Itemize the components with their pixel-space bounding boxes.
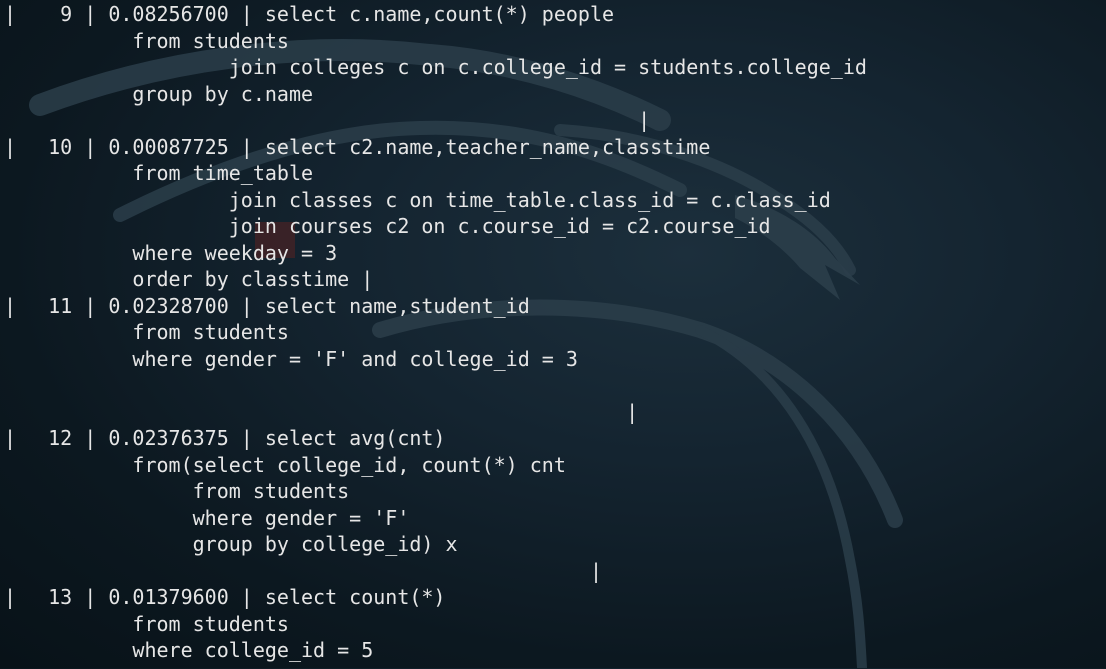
terminal-line: | <box>0 558 1106 585</box>
terminal-line: from students <box>0 28 1106 55</box>
terminal-line: | 12 | 0.02376375 | select avg(cnt) <box>0 425 1106 452</box>
terminal-line-text: where college_id = 5 <box>12 638 374 662</box>
terminal-line-text: where gender = 'F' <box>12 505 410 530</box>
terminal-line-text: from students <box>12 611 289 636</box>
terminal-line: from students <box>0 319 1106 346</box>
terminal-line-text: where gender = 'F' and college_id = 3 <box>12 346 578 371</box>
terminal-line-text: 12 | 0.02376375 | select avg(cnt) <box>12 426 446 450</box>
terminal-line-text: from time_table <box>12 161 314 185</box>
terminal-line-text: | <box>12 399 639 424</box>
terminal-line: join courses c2 on c.course_id = c2.cour… <box>0 213 1106 240</box>
terminal-line: from time_table <box>0 160 1106 187</box>
terminal-line-text: | <box>12 108 651 132</box>
terminal-line-text: | <box>12 558 603 583</box>
terminal-line-text: join colleges c on c.college_id = studen… <box>12 55 867 79</box>
terminal-line: | <box>0 399 1106 426</box>
terminal-line-text: order by classtime | <box>12 267 374 291</box>
terminal-line: from students <box>0 611 1106 638</box>
terminal-line-text: 13 | 0.01379600 | select count(*) <box>12 585 446 609</box>
terminal-line-text: 9 | 0.08256700 | select c.name,count(*) … <box>12 2 615 26</box>
terminal-line: | <box>0 107 1106 134</box>
terminal-line-text: group by c.name <box>12 81 314 106</box>
terminal-line-text: from students <box>12 320 289 344</box>
terminal-line: join classes c on time_table.class_id = … <box>0 187 1106 214</box>
terminal-line: where weekday = 3 <box>0 240 1106 267</box>
terminal-line: order by classtime | <box>0 266 1106 293</box>
terminal-line: group by college_id) x <box>0 531 1106 558</box>
terminal-line: group by c.name <box>0 81 1106 108</box>
terminal-line-text: 11 | 0.02328700 | select name,student_id <box>12 293 530 318</box>
terminal-line-text: group by college_id) x <box>12 532 458 556</box>
terminal-line-text: from students <box>12 28 289 53</box>
terminal-line-text: join classes c on time_table.class_id = … <box>12 187 831 212</box>
terminal-line-text: join courses c2 on c.course_id = c2.cour… <box>12 214 771 238</box>
terminal-line: | 9 | 0.08256700 | select c.name,count(*… <box>0 1 1106 28</box>
terminal-line: | 11 | 0.02328700 | select name,student_… <box>0 293 1106 320</box>
terminal-line: | 10 | 0.00087725 | select c2.name,teach… <box>0 134 1106 161</box>
terminal-line: where college_id = 5 <box>0 637 1106 664</box>
terminal-line: from students <box>0 478 1106 505</box>
terminal-output: | 9 | 0.08256700 | select c.name,count(*… <box>0 0 1106 669</box>
terminal-line-text: where weekday = 3 <box>12 240 338 265</box>
terminal-line: join colleges c on c.college_id = studen… <box>0 54 1106 81</box>
terminal-line-text: 10 | 0.00087725 | select c2.name,teacher… <box>12 134 711 159</box>
terminal-line: where gender = 'F' and college_id = 3 <box>0 346 1106 373</box>
terminal-line: from(select college_id, count(*) cnt <box>0 452 1106 479</box>
terminal-line-text: from students <box>12 479 350 503</box>
terminal-line-text: from(select college_id, count(*) cnt <box>12 452 566 477</box>
terminal-line: where gender = 'F' <box>0 505 1106 532</box>
terminal-line: | 13 | 0.01379600 | select count(*) <box>0 584 1106 611</box>
